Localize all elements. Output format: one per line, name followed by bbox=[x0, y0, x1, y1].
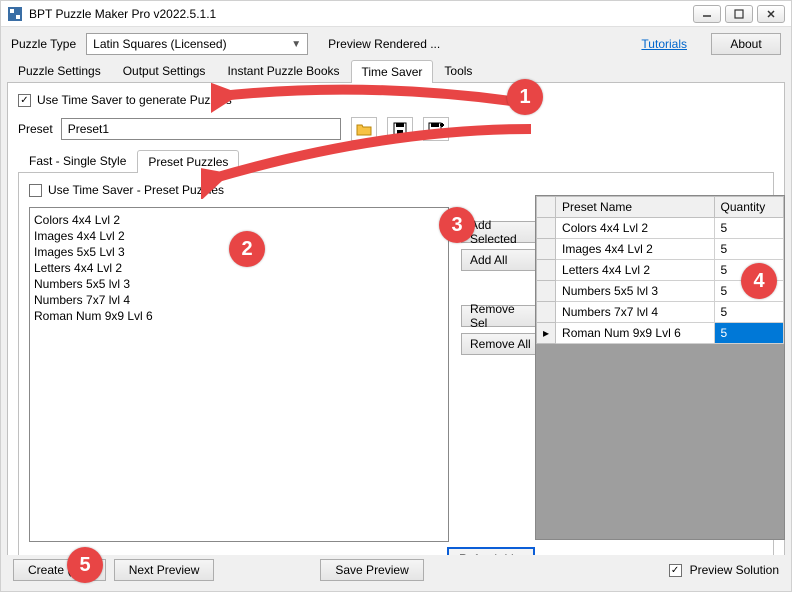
puzzle-type-label: Puzzle Type bbox=[11, 37, 76, 51]
preset-action-buttons: Add Selected Add All Remove Sel Remove A… bbox=[461, 207, 541, 547]
minimize-button[interactable] bbox=[693, 5, 721, 23]
col-quantity[interactable]: Quantity bbox=[714, 197, 783, 218]
open-preset-button[interactable] bbox=[351, 117, 377, 141]
callout-5: 5 bbox=[67, 547, 103, 583]
table-row: Numbers 7x7 lvl 45 bbox=[537, 302, 784, 323]
save-plus-icon bbox=[428, 122, 444, 136]
tab-time-saver[interactable]: Time Saver bbox=[351, 60, 434, 83]
callout-4: 4 bbox=[741, 263, 777, 299]
use-timesaver-generate-row: ✓ Use Time Saver to generate Puzzles bbox=[18, 93, 774, 107]
list-item[interactable]: Roman Num 9x9 Lvl 6 bbox=[34, 308, 444, 324]
table-row: Colors 4x4 Lvl 25 bbox=[537, 218, 784, 239]
list-item[interactable]: Numbers 5x5 lvl 3 bbox=[34, 276, 444, 292]
maximize-button[interactable] bbox=[725, 5, 753, 23]
save-icon bbox=[393, 122, 407, 136]
add-all-button[interactable]: Add All bbox=[461, 249, 541, 271]
window-controls bbox=[693, 5, 785, 23]
use-timesaver-generate-label: Use Time Saver to generate Puzzles bbox=[37, 93, 232, 107]
list-item[interactable]: Colors 4x4 Lvl 2 bbox=[34, 212, 444, 228]
save-preview-button[interactable]: Save Preview bbox=[320, 559, 423, 581]
save-preset-button[interactable] bbox=[387, 117, 413, 141]
app-window: BPT Puzzle Maker Pro v2022.5.1.1 Puzzle … bbox=[0, 0, 792, 592]
tab-output-settings[interactable]: Output Settings bbox=[112, 59, 217, 82]
tab-tools[interactable]: Tools bbox=[433, 59, 483, 82]
use-timesaver-preset-checkbox[interactable] bbox=[29, 184, 42, 197]
use-timesaver-generate-checkbox[interactable]: ✓ bbox=[18, 94, 31, 107]
close-button[interactable] bbox=[757, 5, 785, 23]
preview-solution-checkbox[interactable]: ✓ bbox=[669, 564, 682, 577]
callout-2: 2 bbox=[229, 231, 265, 267]
app-icon bbox=[7, 6, 23, 22]
tab-preset-puzzles[interactable]: Preset Puzzles bbox=[137, 150, 239, 173]
tab-puzzle-settings[interactable]: Puzzle Settings bbox=[7, 59, 112, 82]
main-tabs: Puzzle Settings Output Settings Instant … bbox=[7, 59, 785, 83]
remove-selected-button[interactable]: Remove Sel bbox=[461, 305, 541, 327]
preset-label: Preset bbox=[18, 122, 53, 136]
col-preset-name[interactable]: Preset Name bbox=[556, 197, 715, 218]
tab-fast-single-style[interactable]: Fast - Single Style bbox=[18, 149, 137, 172]
tutorials-link[interactable]: Tutorials bbox=[641, 37, 687, 51]
callout-1: 1 bbox=[507, 79, 543, 115]
callout-3: 3 bbox=[439, 207, 475, 243]
header-row: Puzzle Type Latin Squares (Licensed) ▼ P… bbox=[1, 27, 791, 59]
table-row-selected: ▸Roman Num 9x9 Lvl 65 bbox=[537, 323, 784, 344]
selected-presets-table-wrap: Preset Name Quantity Colors 4x4 Lvl 25 I… bbox=[535, 195, 785, 540]
titlebar: BPT Puzzle Maker Pro v2022.5.1.1 bbox=[1, 1, 791, 27]
puzzle-type-select[interactable]: Latin Squares (Licensed) ▼ bbox=[86, 33, 308, 55]
use-timesaver-preset-label: Use Time Saver - Preset Puzzles bbox=[48, 183, 224, 197]
remove-all-button[interactable]: Remove All bbox=[461, 333, 541, 355]
next-preview-button[interactable]: Next Preview bbox=[114, 559, 215, 581]
puzzle-type-value: Latin Squares (Licensed) bbox=[93, 37, 226, 51]
save-preset-as-button[interactable] bbox=[423, 117, 449, 141]
row-indicator-icon: ▸ bbox=[537, 323, 556, 344]
list-item[interactable]: Numbers 7x7 lvl 4 bbox=[34, 292, 444, 308]
bottom-bar: Create (TS) Next Preview Save Preview ✓ … bbox=[7, 555, 785, 585]
preset-input[interactable] bbox=[61, 118, 341, 140]
inner-tabs: Fast - Single Style Preset Puzzles bbox=[18, 149, 774, 173]
preview-rendered-text: Preview Rendered ... bbox=[328, 37, 440, 51]
preview-solution-label: Preview Solution bbox=[690, 563, 779, 577]
window-title: BPT Puzzle Maker Pro v2022.5.1.1 bbox=[29, 7, 693, 21]
chevron-down-icon: ▼ bbox=[291, 39, 301, 50]
tab-instant-puzzle-books[interactable]: Instant Puzzle Books bbox=[216, 59, 350, 82]
table-row: Images 4x4 Lvl 25 bbox=[537, 239, 784, 260]
preset-row: Preset bbox=[18, 117, 774, 141]
folder-icon bbox=[356, 122, 372, 136]
about-button[interactable]: About bbox=[711, 33, 781, 55]
